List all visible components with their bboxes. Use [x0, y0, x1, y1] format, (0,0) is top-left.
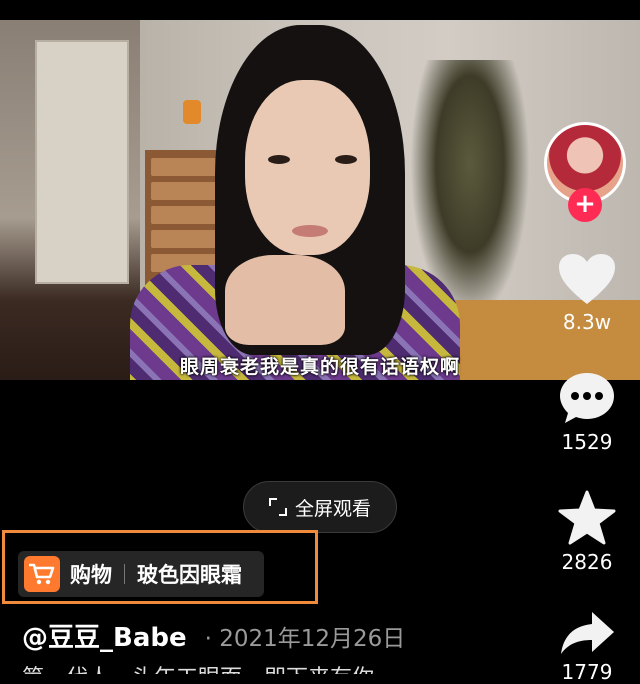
post-caption[interactable]: 第一代人…头年工眼面…即下来有你 [22, 660, 442, 674]
video-person-eye [335, 155, 357, 164]
fullscreen-label: 全屏观看 [294, 497, 371, 520]
video-subtitle: 眼周衰老我是真的很有话语权啊 [179, 356, 460, 378]
status-bar [0, 0, 640, 20]
video-person-eye [268, 155, 290, 164]
shopping-label: 购物 [70, 563, 112, 587]
fullscreen-button[interactable]: 全屏观看 [243, 481, 397, 533]
product-name: 玻色因眼霜 [137, 563, 242, 587]
share-count: 1779 [561, 660, 613, 684]
favorite-count: 2826 [561, 550, 613, 574]
favorite-button[interactable]: 2826 [548, 490, 626, 574]
star-icon [558, 490, 616, 545]
post-date: · 2021年12月26日 [204, 626, 406, 652]
comment-icon [560, 373, 614, 423]
like-count: 8.3w [562, 310, 612, 334]
heart-icon [559, 254, 615, 304]
fullscreen-icon [268, 498, 287, 516]
shopping-anchor[interactable]: 购物 玻色因眼霜 [18, 551, 264, 597]
follow-button[interactable]: + [568, 188, 602, 222]
video-player[interactable]: 眼周衰老我是真的很有话语权啊 [0, 20, 640, 380]
comment-button[interactable]: 1529 [548, 370, 626, 454]
post-meta: @豆豆_Babe · 2021年12月26日 [22, 617, 405, 654]
author-name[interactable]: @豆豆_Babe [22, 617, 187, 654]
comment-count: 1529 [561, 430, 613, 454]
like-button[interactable]: 8.3w [548, 252, 626, 334]
share-arrow-icon [561, 612, 614, 654]
video-person-hand [225, 255, 345, 345]
video-door [35, 40, 129, 284]
cart-icon [24, 556, 60, 592]
video-person-lips [292, 225, 328, 237]
shopping-divider [124, 564, 125, 584]
video-lamp [183, 100, 201, 124]
